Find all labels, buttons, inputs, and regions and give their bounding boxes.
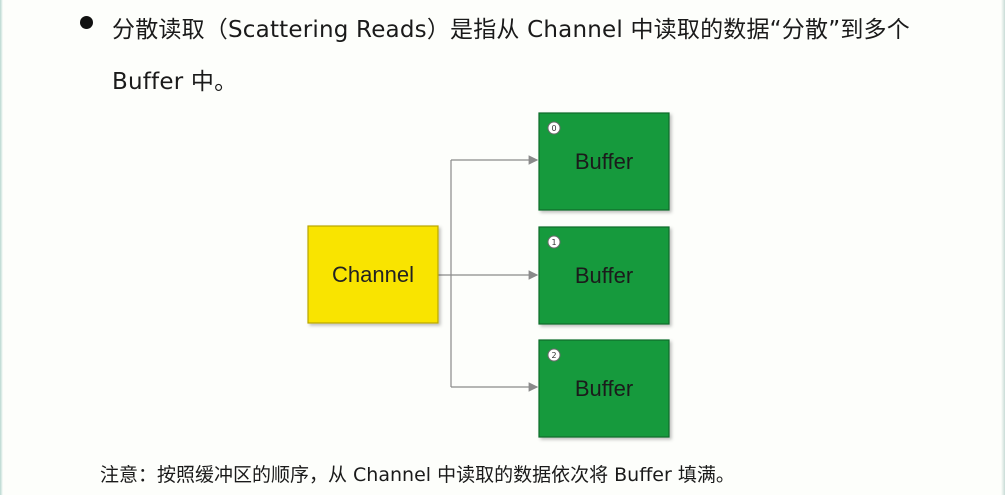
buffer-index-2: 2	[551, 351, 556, 360]
buffer-node-2: 2 Buffer	[538, 339, 670, 438]
buffer-label-2: Buffer	[575, 376, 633, 401]
buffer-index-0: 0	[551, 124, 556, 133]
buffer-node-0: 0 Buffer	[538, 112, 670, 211]
buffer-label-0: Buffer	[575, 149, 633, 174]
footnote-note: 注意：按照缓冲区的顺序，从 Channel 中读取的数据依次将 Buffer 填…	[100, 464, 735, 486]
buffer-label-1: Buffer	[575, 263, 633, 288]
channel-node: Channel	[307, 225, 439, 324]
buffer-index-1: 1	[551, 238, 556, 247]
connector-lines	[438, 155, 539, 392]
channel-label: Channel	[332, 262, 414, 287]
scatter-read-diagram: Channel 0 Buffer 1 Buffer 2 Buffer	[307, 112, 670, 438]
buffer-node-1: 1 Buffer	[538, 226, 670, 325]
